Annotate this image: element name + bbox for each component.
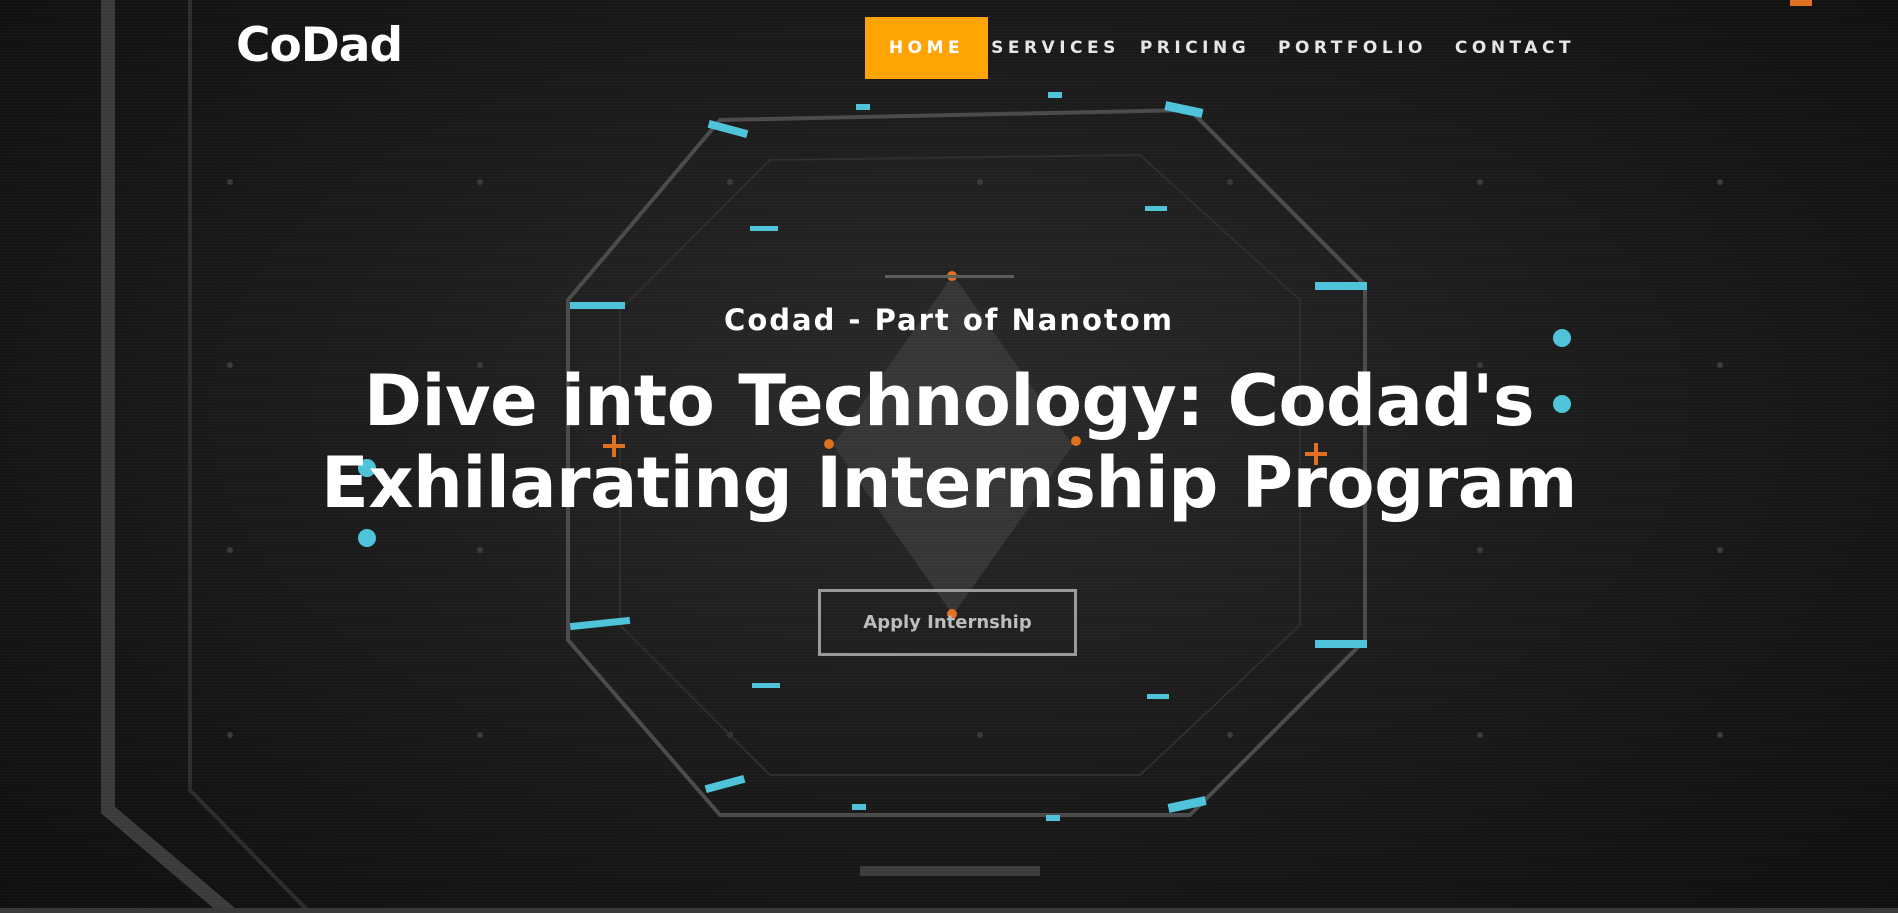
- hero-divider: [885, 275, 1014, 278]
- site-header: CoDad HOME SERVICES PRICING PORTFOLIO CO…: [0, 0, 1898, 94]
- hero-subtitle: Codad - Part of Nanotom: [724, 303, 1174, 337]
- nav-item-pricing[interactable]: PRICING: [1138, 17, 1252, 79]
- hero-section: CoDad HOME SERVICES PRICING PORTFOLIO CO…: [0, 0, 1898, 913]
- nav-item-contact[interactable]: CONTACT: [1450, 17, 1580, 79]
- nav-item-home[interactable]: HOME: [865, 17, 988, 79]
- main-nav: HOME SERVICES PRICING PORTFOLIO CONTACT: [865, 17, 1580, 79]
- bottom-edge: [0, 908, 1898, 913]
- nav-item-portfolio[interactable]: PORTFOLIO: [1277, 17, 1428, 79]
- hero-title: Dive into Technology: Codad's Exhilarati…: [321, 360, 1577, 524]
- brand-logo[interactable]: CoDad: [236, 16, 403, 76]
- apply-internship-button[interactable]: Apply Internship: [818, 589, 1077, 656]
- nav-item-services[interactable]: SERVICES: [988, 17, 1123, 79]
